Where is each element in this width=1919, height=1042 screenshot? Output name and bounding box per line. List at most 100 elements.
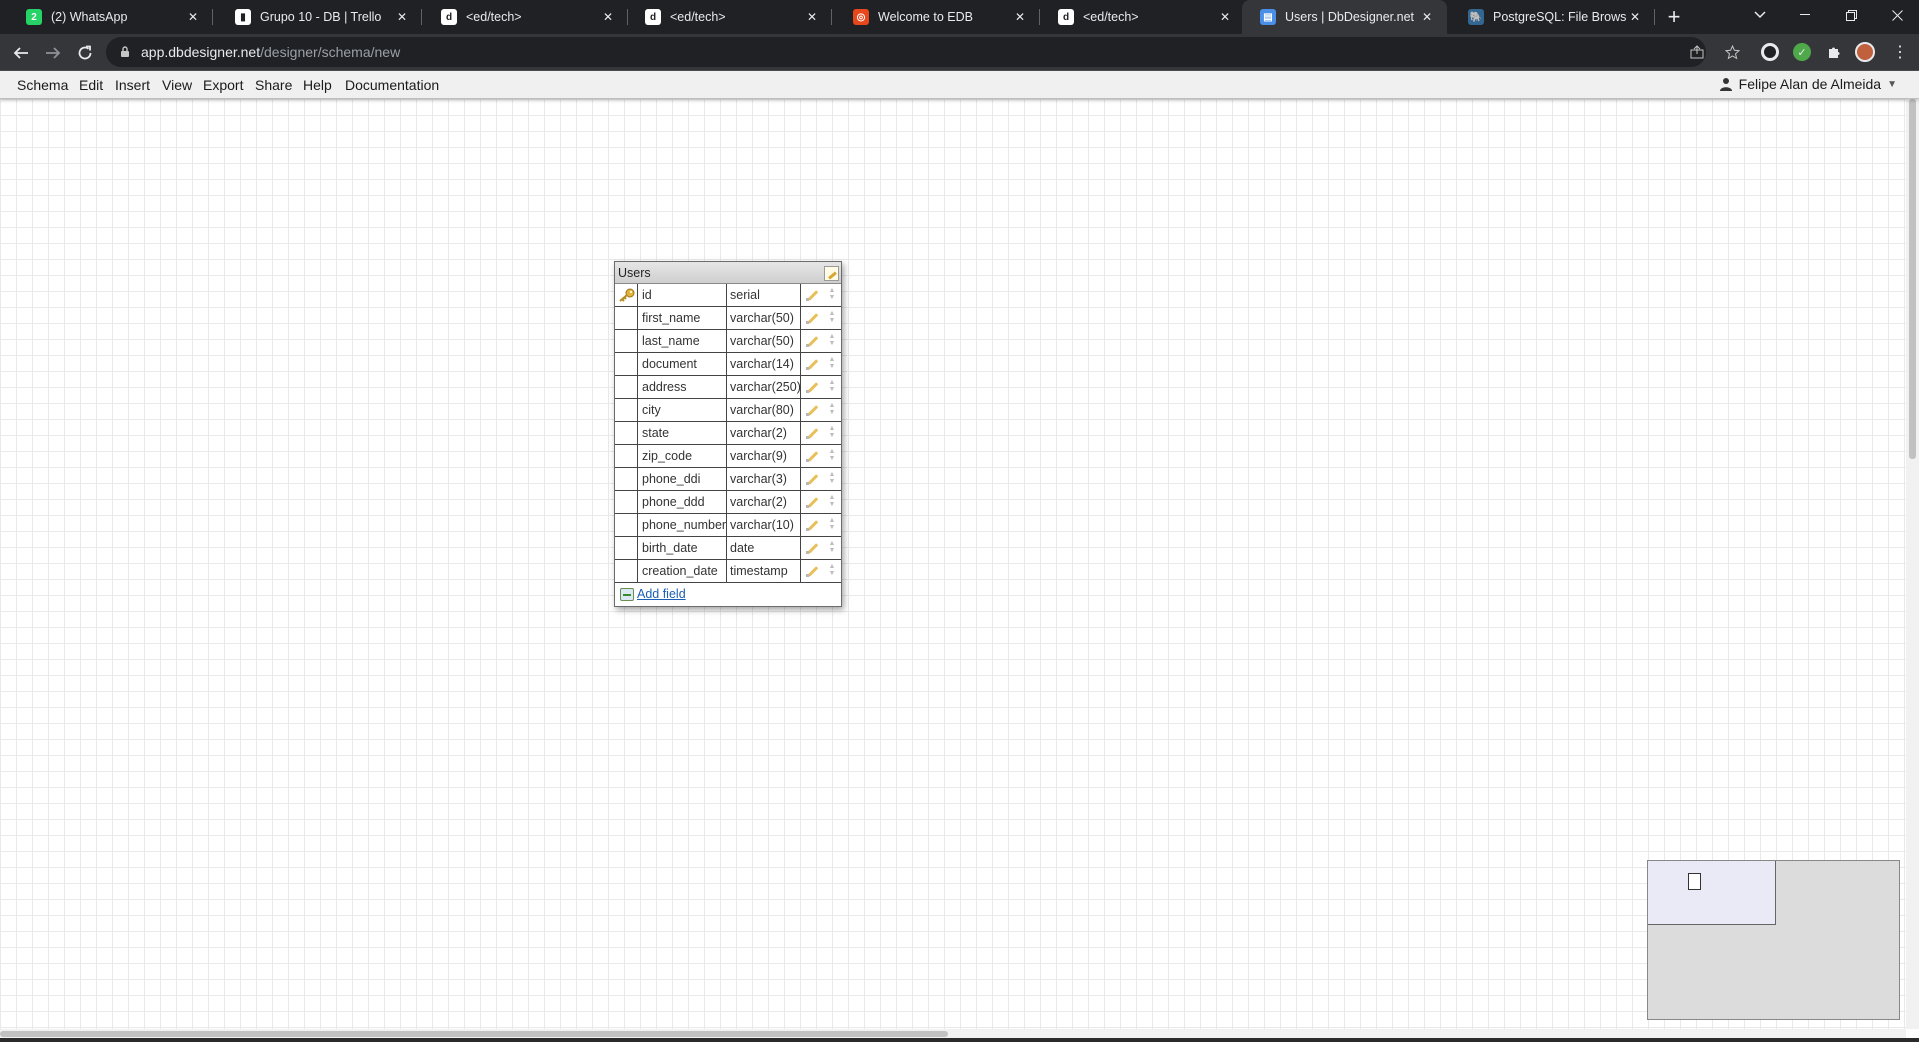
schema-canvas[interactable] bbox=[0, 99, 1906, 1029]
edit-field-pencil-icon[interactable] bbox=[806, 288, 820, 302]
horizontal-scroll-thumb[interactable] bbox=[0, 1031, 948, 1037]
reorder-arrows-icon[interactable]: ▲ ▼ bbox=[828, 379, 836, 395]
edit-field-pencil-icon[interactable] bbox=[806, 334, 820, 348]
vertical-scroll-thumb[interactable] bbox=[1909, 99, 1916, 459]
close-tab-icon[interactable]: ✕ bbox=[1627, 9, 1643, 25]
edit-field-pencil-icon[interactable] bbox=[806, 380, 820, 394]
reorder-arrows-icon[interactable]: ▲ ▼ bbox=[828, 517, 836, 533]
table-row[interactable]: city varchar(80) ▲ ▼ bbox=[615, 399, 841, 422]
field-tools: ▲ ▼ bbox=[801, 330, 841, 352]
add-field-icon[interactable] bbox=[620, 588, 634, 601]
reorder-arrows-icon[interactable]: ▲ ▼ bbox=[828, 356, 836, 372]
close-tab-icon[interactable]: ✕ bbox=[394, 9, 410, 25]
checkmark-extension-icon[interactable]: ✓ bbox=[1793, 43, 1811, 61]
reorder-arrows-icon[interactable]: ▲ ▼ bbox=[828, 333, 836, 349]
reorder-arrows-icon[interactable]: ▲ ▼ bbox=[828, 425, 836, 441]
horizontal-scrollbar[interactable] bbox=[0, 1029, 1906, 1038]
reorder-arrows-icon[interactable]: ▲ ▼ bbox=[828, 448, 836, 464]
table-header[interactable]: Users bbox=[615, 262, 841, 284]
table-edit-icon[interactable] bbox=[824, 266, 839, 281]
field-type: varchar(250) bbox=[727, 376, 801, 398]
field-type: timestamp bbox=[727, 560, 801, 582]
menu-share[interactable]: Share bbox=[255, 77, 292, 93]
browser-tab[interactable]: 🐘 PostgreSQL: File Browser ✕ bbox=[1450, 0, 1655, 34]
browser-tab[interactable]: ◎ Welcome to EDB ✕ bbox=[835, 0, 1040, 34]
minimize-button[interactable] bbox=[1785, 0, 1825, 30]
table-row[interactable]: zip_code varchar(9) ▲ ▼ bbox=[615, 445, 841, 468]
new-tab-button[interactable]: + bbox=[1662, 4, 1686, 29]
table-row[interactable]: last_name varchar(50) ▲ ▼ bbox=[615, 330, 841, 353]
browser-tab[interactable]: ▮ Grupo 10 - DB | Trello ✕ bbox=[217, 0, 422, 34]
browser-tab[interactable]: d <ed/tech> ✕ bbox=[627, 0, 832, 34]
browser-tab[interactable]: d <ed/tech> ✕ bbox=[1040, 0, 1245, 34]
reorder-arrows-icon[interactable]: ▲ ▼ bbox=[828, 563, 836, 579]
table-row[interactable]: phone_ddd varchar(2) ▲ ▼ bbox=[615, 491, 841, 514]
minimap-viewport[interactable] bbox=[1648, 861, 1776, 925]
table-row[interactable]: first_name varchar(50) ▲ ▼ bbox=[615, 307, 841, 330]
table-row[interactable]: state varchar(2) ▲ ▼ bbox=[615, 422, 841, 445]
back-button[interactable] bbox=[9, 41, 33, 65]
record-extension-icon[interactable] bbox=[1761, 43, 1779, 61]
close-window-button[interactable] bbox=[1877, 0, 1917, 30]
table-row[interactable]: id serial ▲ ▼ bbox=[615, 284, 841, 307]
user-menu[interactable]: Felipe Alan de Almeida ▼ bbox=[1719, 76, 1897, 92]
menu-view[interactable]: View bbox=[162, 77, 192, 93]
close-tab-icon[interactable]: ✕ bbox=[600, 9, 616, 25]
field-name: id bbox=[638, 284, 727, 306]
table-row[interactable]: phone_number varchar(10) ▲ ▼ bbox=[615, 514, 841, 537]
reorder-arrows-icon[interactable]: ▲ ▼ bbox=[828, 494, 836, 510]
edtech-icon: d bbox=[645, 9, 661, 25]
table-row[interactable]: phone_ddi varchar(3) ▲ ▼ bbox=[615, 468, 841, 491]
table-row[interactable]: address varchar(250) ▲ ▼ bbox=[615, 376, 841, 399]
edit-field-pencil-icon[interactable] bbox=[806, 311, 820, 325]
edit-field-pencil-icon[interactable] bbox=[806, 495, 820, 509]
forward-button[interactable] bbox=[41, 41, 65, 65]
browser-tab[interactable]: ▤ Users | DbDesigner.net ✕ bbox=[1242, 0, 1447, 34]
close-tab-icon[interactable]: ✕ bbox=[1012, 9, 1028, 25]
edit-field-pencil-icon[interactable] bbox=[806, 541, 820, 555]
edit-field-pencil-icon[interactable] bbox=[806, 357, 820, 371]
bookmark-star-icon[interactable] bbox=[1723, 43, 1741, 61]
reorder-arrows-icon[interactable]: ▲ ▼ bbox=[828, 471, 836, 487]
browser-tab[interactable]: d <ed/tech> ✕ bbox=[423, 0, 628, 34]
reorder-arrows-icon[interactable]: ▲ ▼ bbox=[828, 287, 836, 303]
url-path: /designer/schema/new bbox=[260, 44, 401, 60]
menu-schema[interactable]: Schema bbox=[17, 77, 68, 93]
extensions-puzzle-icon[interactable] bbox=[1825, 43, 1843, 61]
menu-documentation[interactable]: Documentation bbox=[345, 77, 439, 93]
vertical-scrollbar[interactable] bbox=[1906, 99, 1919, 1029]
edit-field-pencil-icon[interactable] bbox=[806, 472, 820, 486]
restore-button[interactable] bbox=[1831, 0, 1871, 30]
close-tab-icon[interactable]: ✕ bbox=[1217, 9, 1233, 25]
close-tab-icon[interactable]: ✕ bbox=[804, 9, 820, 25]
table-row[interactable]: creation_date timestamp ▲ ▼ bbox=[615, 560, 841, 583]
address-bar[interactable]: app.dbdesigner.net/designer/schema/new bbox=[106, 37, 1740, 67]
reorder-arrows-icon[interactable]: ▲ ▼ bbox=[828, 402, 836, 418]
menu-export[interactable]: Export bbox=[203, 77, 243, 93]
close-tab-icon[interactable]: ✕ bbox=[1419, 9, 1435, 25]
edit-field-pencil-icon[interactable] bbox=[806, 564, 820, 578]
tab-search-button[interactable] bbox=[1740, 0, 1780, 30]
edit-field-pencil-icon[interactable] bbox=[806, 449, 820, 463]
edit-field-pencil-icon[interactable] bbox=[806, 426, 820, 440]
menu-help[interactable]: Help bbox=[303, 77, 332, 93]
add-field-link[interactable]: Add field bbox=[637, 587, 686, 601]
reload-button[interactable] bbox=[73, 41, 97, 65]
table-users[interactable]: Users id serial ▲ ▼ first_name varchar(50) ▲ ▼ l… bbox=[614, 261, 842, 607]
profile-avatar[interactable] bbox=[1855, 42, 1875, 62]
edit-field-pencil-icon[interactable] bbox=[806, 518, 820, 532]
browser-menu-button[interactable]: ⋮ bbox=[1891, 43, 1909, 61]
reorder-arrows-icon[interactable]: ▲ ▼ bbox=[828, 540, 836, 556]
table-row[interactable]: birth_date date ▲ ▼ bbox=[615, 537, 841, 560]
share-page-icon[interactable] bbox=[1688, 43, 1706, 61]
edit-field-pencil-icon[interactable] bbox=[806, 403, 820, 417]
close-tab-icon[interactable]: ✕ bbox=[185, 9, 201, 25]
restore-icon bbox=[1845, 9, 1857, 21]
menu-edit[interactable]: Edit bbox=[79, 77, 103, 93]
minimap[interactable] bbox=[1647, 860, 1900, 1020]
reorder-arrows-icon[interactable]: ▲ ▼ bbox=[828, 310, 836, 326]
table-row[interactable]: document varchar(14) ▲ ▼ bbox=[615, 353, 841, 376]
menu-insert[interactable]: Insert bbox=[115, 77, 150, 93]
browser-tab[interactable]: 2 (2) WhatsApp ✕ bbox=[8, 0, 213, 34]
app-menubar: Schema Edit Insert View Export Share Hel… bbox=[0, 71, 1919, 99]
